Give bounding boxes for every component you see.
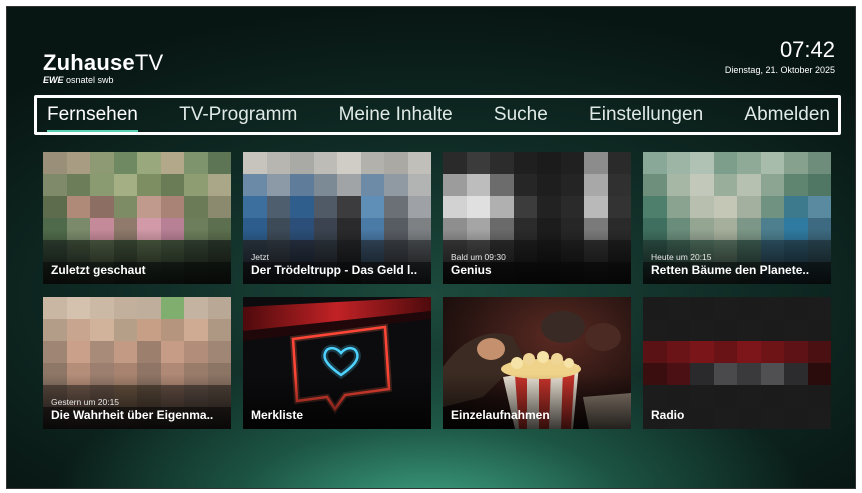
nav-item-tv-programm[interactable]: TV-Programm xyxy=(179,104,297,126)
logo-tv-text: TV xyxy=(134,50,164,75)
tile-title: Zuletzt geschaut xyxy=(51,263,146,277)
tile-subtitle: Heute um 20:15 xyxy=(651,252,712,262)
tile-subtitle: Gestern um 20:15 xyxy=(51,397,120,407)
tile-subtitle: Bald um 09:30 xyxy=(451,252,506,262)
tile-title: Die Wahrheit über Eigenma.. xyxy=(51,408,214,422)
tile-die-wahrheit[interactable]: Gestern um 20:15 Die Wahrheit über Eigen… xyxy=(43,297,231,429)
tile-einzelaufnahmen[interactable]: Einzelaufnahmen xyxy=(443,297,631,429)
tile-title: Retten Bäume den Planete.. xyxy=(651,263,810,277)
tile-title: Einzelaufnahmen xyxy=(451,408,550,422)
nav-item-suche[interactable]: Suche xyxy=(494,104,548,126)
tile-title: Genius xyxy=(451,263,492,277)
nav-item-meine-inhalte[interactable]: Meine Inhalte xyxy=(339,104,453,126)
logo-partners-text: osnatel swb xyxy=(66,75,114,85)
nav-item-fernsehen[interactable]: Fernsehen xyxy=(47,104,138,132)
tile-title: Merkliste xyxy=(251,408,304,422)
tile-radio[interactable]: Radio xyxy=(643,297,831,429)
tile-title: Radio xyxy=(651,408,685,422)
tile-zuletzt-geschaut[interactable]: Zuletzt geschaut xyxy=(43,152,231,284)
clock-time: 07:42 xyxy=(779,37,835,62)
clock: 07:42 Dienstag, 21. Oktober 2025 xyxy=(725,37,835,75)
zuhausetv-logo: ZuhauseTV EWE osnatel swb xyxy=(43,50,164,86)
tv-screen: ZuhauseTV EWE osnatel swb 07:42 Dienstag… xyxy=(6,6,856,489)
clock-date: Dienstag, 21. Oktober 2025 xyxy=(724,65,835,75)
tile-retten-baeume[interactable]: Heute um 20:15 Retten Bäume den Planete.… xyxy=(643,152,831,284)
tile-subtitle: Jetzt xyxy=(251,252,269,262)
nav-item-einstellungen[interactable]: Einstellungen xyxy=(589,104,703,126)
tile-der-troedeltrupp[interactable]: Jetzt Der Trödeltrupp - Das Geld l.. xyxy=(243,152,431,284)
tile-merkliste[interactable]: Merkliste xyxy=(243,297,431,429)
nav-item-abmelden[interactable]: Abmelden xyxy=(744,104,830,126)
tile-genius[interactable]: Bald um 09:30 Genius xyxy=(443,152,631,284)
main-navigation: Fernsehen TV-Programm Meine Inhalte Such… xyxy=(34,95,841,135)
logo-ewe-text: EWE xyxy=(43,75,64,85)
tile-title: Der Trödeltrupp - Das Geld l.. xyxy=(251,263,418,277)
logo-main-text: Zuhause xyxy=(43,50,135,75)
